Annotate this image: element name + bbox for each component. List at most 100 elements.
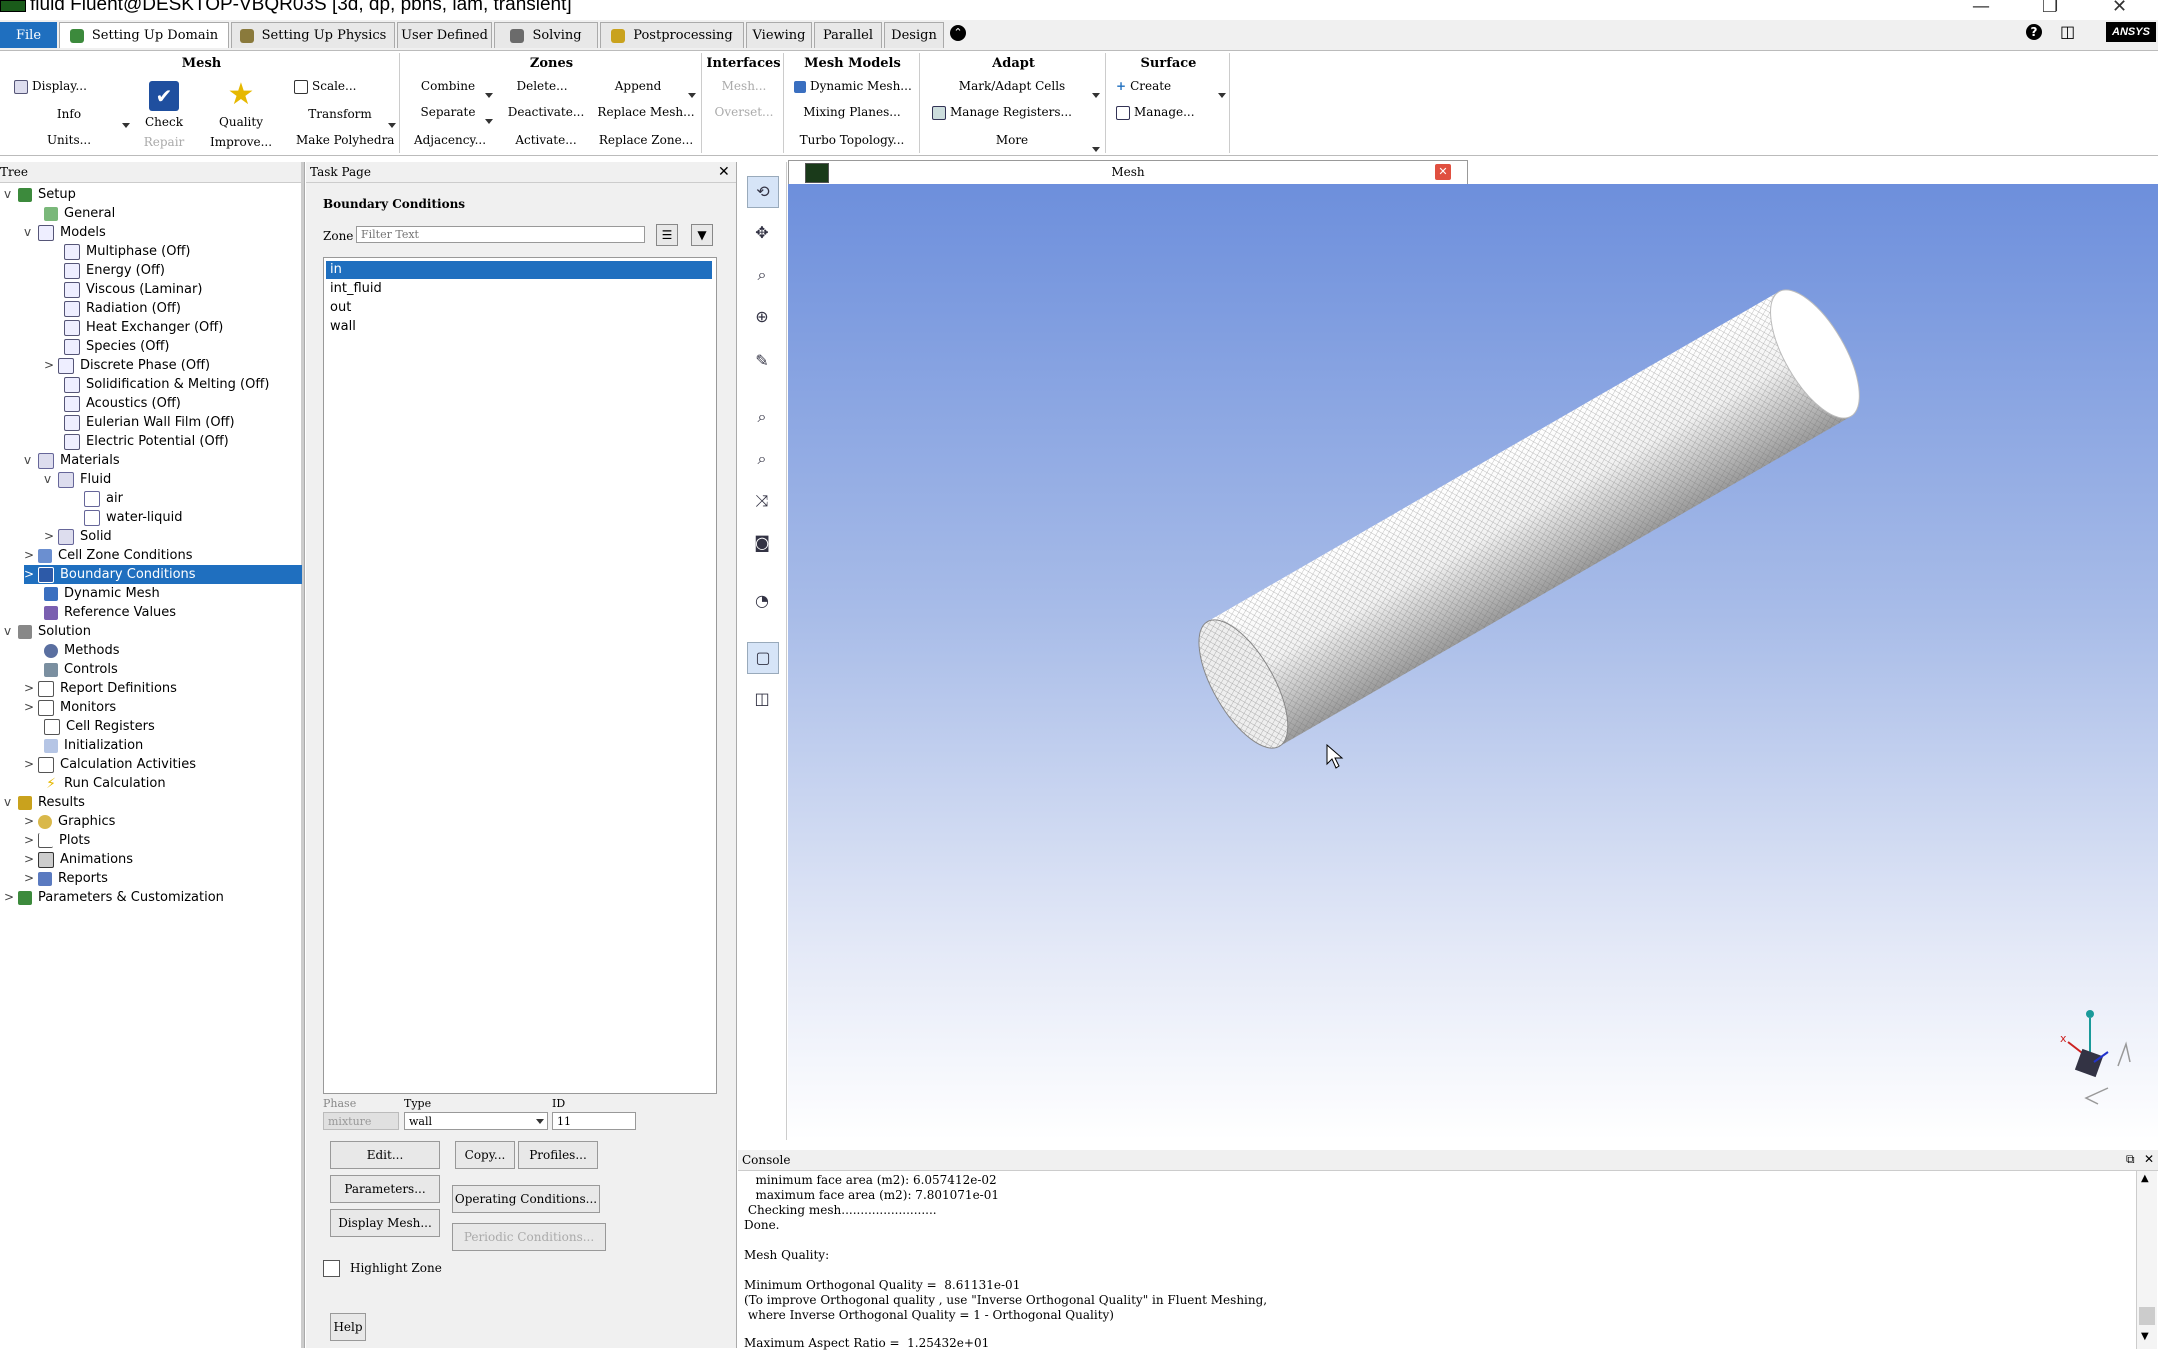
axes-icon[interactable]: ⤨	[747, 486, 777, 516]
tree-item-acoustics[interactable]: Acoustics (Off)	[64, 394, 181, 413]
deactivate-button[interactable]: Deactivate...	[498, 101, 594, 123]
tree-item-solution[interactable]: v Solution	[4, 622, 91, 641]
info-button[interactable]: Info	[24, 103, 114, 125]
tree-item-results[interactable]: v Results	[4, 793, 85, 812]
collapse-icon[interactable]: >	[24, 755, 38, 774]
expand-icon[interactable]: v	[44, 470, 58, 489]
minimize-icon[interactable]: —	[1972, 0, 1990, 17]
restore-icon[interactable]: ❐	[2042, 0, 2058, 17]
zone-filter-input[interactable]	[356, 226, 645, 243]
fit-to-window-icon[interactable]: ⌕	[747, 402, 777, 432]
collapse-icon[interactable]: >	[24, 565, 38, 584]
collapse-icon[interactable]: >	[44, 527, 58, 546]
zone-item-out[interactable]: out	[326, 299, 712, 317]
collapse-icon[interactable]: >	[4, 888, 18, 907]
parameters-button[interactable]: Parameters...	[330, 1175, 440, 1203]
tree-item-fluid[interactable]: v Fluid	[44, 470, 111, 489]
tree-item-energy[interactable]: Energy (Off)	[64, 261, 165, 280]
tab-design[interactable]: Design	[884, 22, 944, 48]
tree-item-report-definitions[interactable]: > Report Definitions	[24, 679, 177, 698]
tree-item-graphics[interactable]: > Graphics	[24, 812, 115, 831]
replace-zone-button[interactable]: Replace Zone...	[594, 129, 698, 151]
scroll-thumb[interactable]	[2139, 1307, 2155, 1325]
undock-console-icon[interactable]: ⧉	[2126, 1152, 2135, 1167]
zoom-icon[interactable]: ⌕	[747, 260, 777, 290]
tree-item-materials[interactable]: v Materials	[24, 451, 120, 470]
tree-item-cell-zone-conditions[interactable]: > Cell Zone Conditions	[24, 546, 192, 565]
id-field[interactable]: 11	[552, 1112, 636, 1130]
append-dropdown-icon[interactable]	[688, 93, 696, 98]
tree-item-initialization[interactable]: Initialization	[44, 736, 143, 755]
tree-item-methods[interactable]: Methods	[44, 641, 120, 660]
mark-adapt-cells-button[interactable]: Mark/Adapt Cells	[932, 75, 1092, 97]
collapse-icon[interactable]: >	[24, 831, 38, 850]
units-button[interactable]: Units...	[24, 129, 114, 151]
create-dropdown-icon[interactable]	[1218, 93, 1226, 98]
expand-icon[interactable]: v	[4, 185, 18, 204]
tab-postprocessing[interactable]: Postprocessing	[600, 22, 744, 48]
collapse-icon[interactable]: >	[24, 698, 38, 717]
check-icon[interactable]: ✔	[149, 81, 179, 111]
tree-item-run-calculation[interactable]: ⚡ Run Calculation	[44, 774, 166, 793]
help-icon[interactable]: ?	[2026, 24, 2042, 40]
graphics-tab[interactable]: Mesh ✕	[788, 160, 1468, 184]
zone-item-wall[interactable]: wall	[326, 318, 712, 336]
zone-list[interactable]: in int_fluid out wall	[323, 257, 717, 1094]
zone-item-in[interactable]: in	[326, 261, 712, 279]
transform-dropdown-icon[interactable]	[388, 123, 396, 128]
filter-settings-icon[interactable]: ☰	[656, 224, 678, 246]
multi-view-icon[interactable]: ◫	[747, 684, 777, 714]
scroll-down-icon[interactable]: ▼	[2141, 1331, 2149, 1342]
view-options-icon[interactable]: ◔	[747, 586, 777, 616]
scroll-up-icon[interactable]: ▲	[2141, 1173, 2149, 1184]
combine-button[interactable]: Combine	[408, 75, 488, 97]
tree-item-multiphase[interactable]: Multiphase (Off)	[64, 242, 190, 261]
list-options-icon[interactable]: ▼	[691, 224, 713, 246]
collapse-icon[interactable]: >	[24, 679, 38, 698]
turbo-topology-button[interactable]: Turbo Topology...	[790, 129, 914, 151]
display-mesh-button[interactable]: Display Mesh...	[330, 1209, 440, 1237]
tab-setting-up-domain[interactable]: Setting Up Domain	[59, 22, 229, 48]
manage-surface-button[interactable]: Manage...	[1116, 101, 1206, 123]
tree-item-setup[interactable]: v Setup	[4, 185, 76, 204]
tree-item-boundary-conditions[interactable]: > Boundary Conditions	[24, 565, 302, 584]
close-console-icon[interactable]: ✕	[2144, 1152, 2154, 1166]
activate-button[interactable]: Activate...	[498, 129, 594, 151]
append-button[interactable]: Append	[598, 75, 678, 97]
tree-item-animations[interactable]: > Animations	[24, 850, 133, 869]
close-window-icon[interactable]: ✕	[2112, 0, 2127, 17]
rotate-icon[interactable]: ⟲	[747, 176, 779, 208]
manage-registers-button[interactable]: Manage Registers...	[932, 101, 1096, 123]
mark-adapt-dropdown-icon[interactable]	[1092, 93, 1100, 98]
tree-item-electric-potential[interactable]: Electric Potential (Off)	[64, 432, 229, 451]
tree-item-cell-registers[interactable]: Cell Registers	[44, 717, 155, 736]
check-button[interactable]: Check	[134, 111, 194, 133]
tree-item-general[interactable]: General	[44, 204, 115, 223]
console-panel[interactable]: minimum face area (m2): 6.057412e-02 max…	[738, 1150, 2158, 1350]
dynamic-mesh-button[interactable]: Dynamic Mesh...	[794, 75, 914, 97]
type-select[interactable]: wall	[404, 1112, 548, 1130]
tree-item-air[interactable]: air	[84, 489, 123, 508]
layout-icon[interactable]: ◫	[2060, 22, 2075, 41]
expand-icon[interactable]: v	[24, 223, 38, 242]
tree-item-reference-values[interactable]: Reference Values	[44, 603, 176, 622]
collapse-icon[interactable]: >	[24, 546, 38, 565]
tree-scrollbar[interactable]	[301, 162, 304, 1348]
separate-button[interactable]: Separate	[408, 101, 488, 123]
tab-solving[interactable]: Solving	[494, 22, 598, 48]
collapse-icon[interactable]: >	[24, 869, 38, 888]
expand-icon[interactable]: v	[24, 451, 38, 470]
transform-button[interactable]: Transform	[300, 103, 380, 125]
more-button[interactable]: More	[932, 129, 1092, 151]
mixing-planes-button[interactable]: Mixing Planes...	[790, 101, 914, 123]
tree-item-species[interactable]: Species (Off)	[64, 337, 170, 356]
zone-item-int-fluid[interactable]: int_fluid	[326, 280, 712, 298]
tree-item-discrete-phase[interactable]: > Discrete Phase (Off)	[44, 356, 210, 375]
tree-item-calculation-activities[interactable]: > Calculation Activities	[24, 755, 196, 774]
edit-button[interactable]: Edit...	[330, 1141, 440, 1169]
zoom-box-icon[interactable]: ⌕	[747, 444, 777, 474]
quality-star-icon[interactable]: ★	[224, 79, 258, 111]
tree-item-heat-exchanger[interactable]: Heat Exchanger (Off)	[64, 318, 223, 337]
create-surface-button[interactable]: + Create	[1116, 75, 1206, 97]
single-view-icon[interactable]: ▢	[747, 642, 779, 674]
